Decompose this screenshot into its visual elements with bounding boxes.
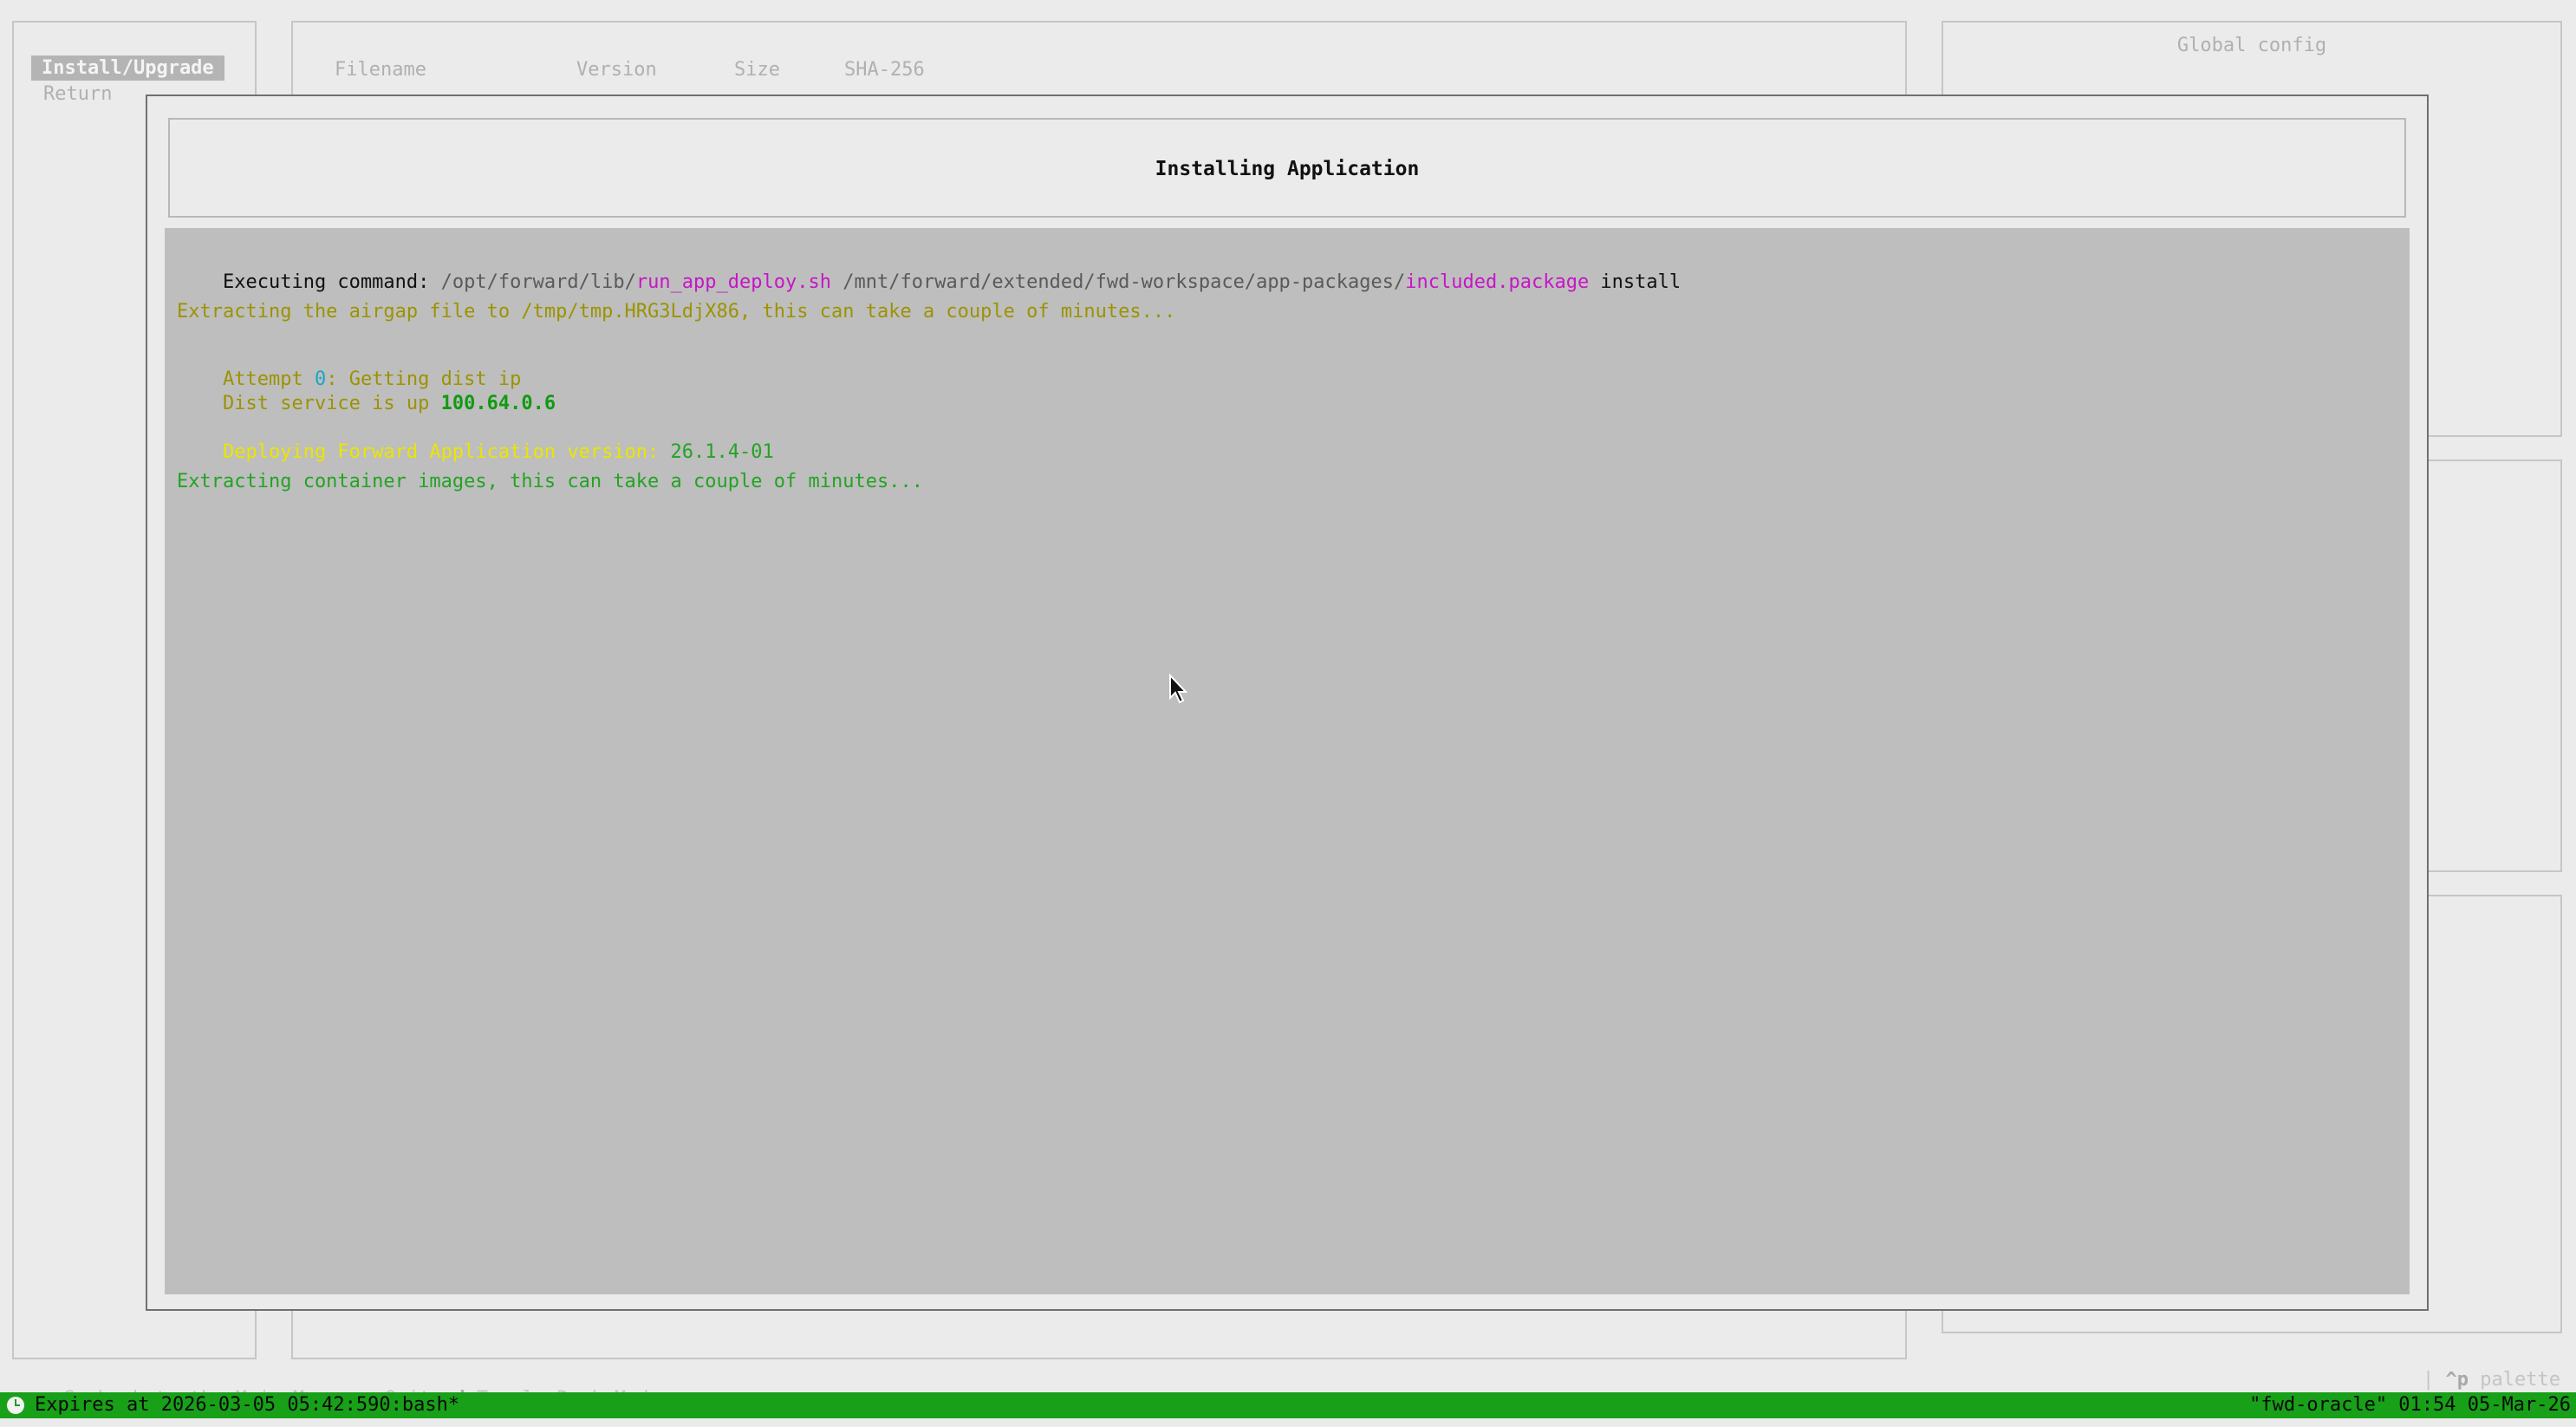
tmux-window-tab[interactable]: 0:bash* (379, 1394, 459, 1416)
column-header-version[interactable]: Version (576, 61, 657, 80)
status-expiry: Expires at 2026-03-05 05:42:590:bash* (35, 1394, 460, 1416)
column-header-size[interactable]: Size (734, 61, 780, 80)
global-config-title: Global config (2176, 35, 2327, 56)
column-header-sha256[interactable]: SHA-256 (844, 61, 925, 80)
modal-title: Installing Application (1155, 158, 1420, 180)
log-line-extract-images: Extracting container images, this can ta… (177, 471, 923, 492)
install-log-output[interactable]: Executing command: /opt/forward/lib/run_… (165, 228, 2410, 1294)
modal-title-box: Installing Application (168, 118, 2406, 218)
menu-item-install-upgrade[interactable]: Install/Upgrade (31, 55, 224, 81)
status-right: "fwd-oracle" 01:54 05-Mar-26 (2249, 1394, 2571, 1416)
tmux-status-bar: Expires at 2026-03-05 05:42:590:bash* "f… (0, 1392, 2576, 1418)
mouse-pointer-icon (1169, 674, 1188, 704)
menu-item-return[interactable]: Return (43, 85, 112, 104)
log-line-extract-airgap: Extracting the airgap file to /tmp/tmp.H… (177, 301, 1176, 323)
clock-icon (7, 1397, 24, 1414)
command-palette-hint[interactable]: | ^p palette (2423, 1371, 2560, 1390)
column-header-filename[interactable]: Filename (335, 61, 426, 80)
